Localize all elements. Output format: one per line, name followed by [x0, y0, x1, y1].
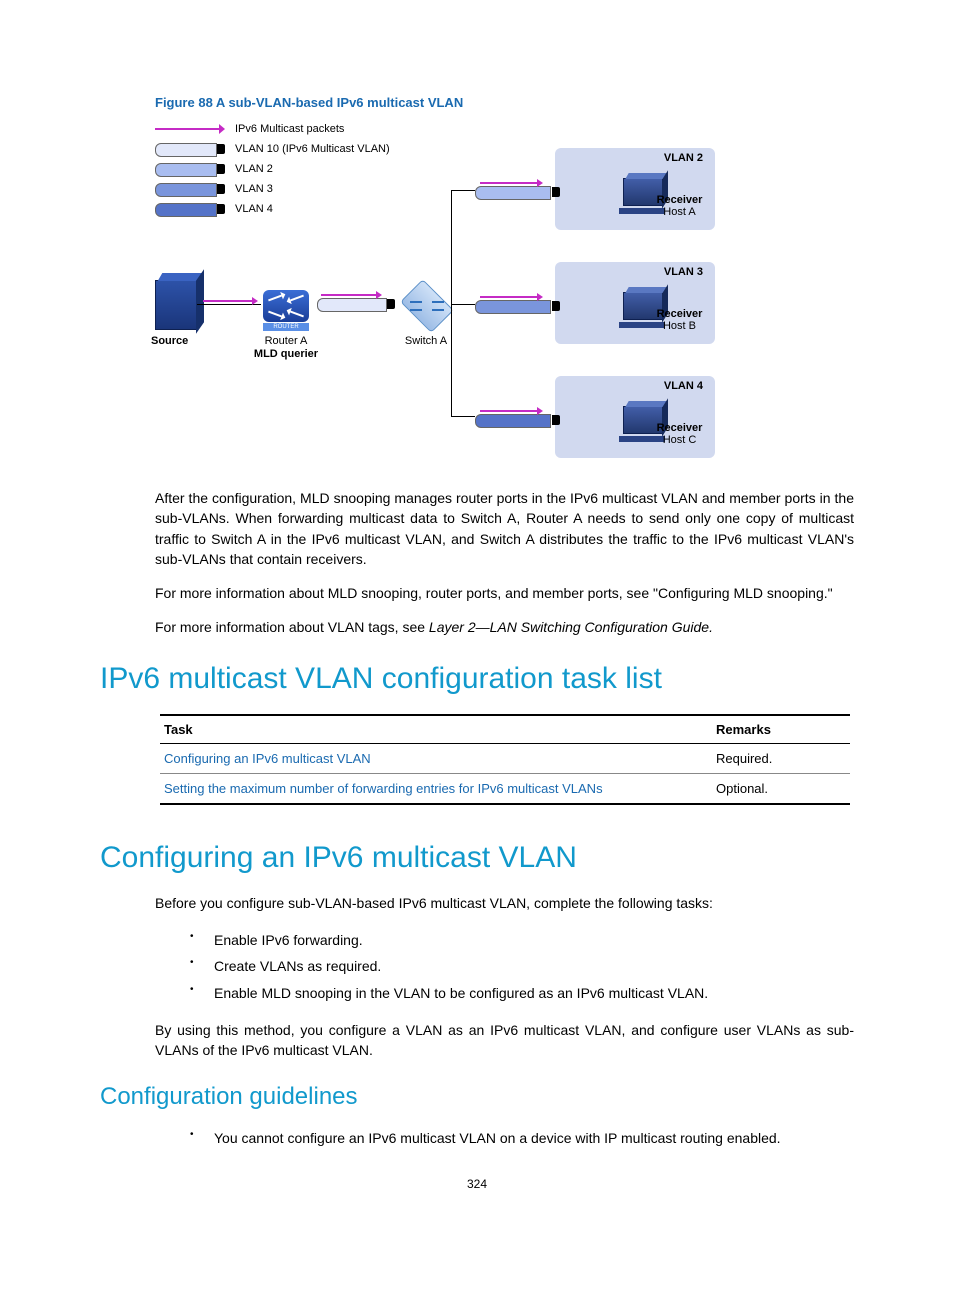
subsection-heading: Configuration guidelines — [100, 1083, 854, 1111]
remarks-cell: Optional. — [712, 773, 850, 804]
remarks-cell: Required. — [712, 743, 850, 773]
arrow-icon — [480, 410, 538, 412]
source-label: Source — [151, 335, 188, 347]
section-heading: Configuring an IPv6 multicast VLAN — [100, 841, 854, 875]
port-icon — [155, 143, 225, 156]
host-label: Host B — [663, 320, 696, 332]
page-number: 324 — [100, 1177, 854, 1191]
receiver-label: Receiver — [657, 308, 703, 320]
paragraph: For more information about MLD snooping,… — [100, 583, 854, 603]
list-item: You cannot configure an IPv6 multicast V… — [190, 1125, 854, 1151]
switch-icon — [400, 279, 454, 333]
host-label: Host A — [663, 206, 695, 218]
port-icon — [317, 298, 395, 311]
table-header: Task — [160, 715, 712, 744]
vlan-group: VLAN 3 ReceiverHost B — [555, 262, 715, 344]
legend-arrow-icon — [155, 123, 225, 135]
switch-label: Switch A — [398, 335, 454, 347]
paragraph: By using this method, you configure a VL… — [100, 1020, 854, 1061]
router-icon — [263, 290, 309, 322]
bullet-list: You cannot configure an IPv6 multicast V… — [100, 1125, 854, 1151]
arrow-icon — [321, 294, 377, 296]
arrow-icon — [480, 182, 538, 184]
receiver-label: Receiver — [657, 422, 703, 434]
mld-querier-label: MLD querier — [250, 348, 322, 360]
bullet-list: Enable IPv6 forwarding. Create VLANs as … — [100, 927, 854, 1006]
legend-label: VLAN 3 — [235, 183, 273, 195]
vlan-title: VLAN 4 — [664, 380, 703, 392]
list-item: Create VLANs as required. — [190, 953, 854, 979]
vlan-group: VLAN 4 ReceiverHost C — [555, 376, 715, 458]
table-row: Configuring an IPv6 multicast VLAN Requi… — [160, 743, 850, 773]
arrow-icon — [203, 300, 253, 302]
list-item: Enable IPv6 forwarding. — [190, 927, 854, 953]
legend-label: VLAN 2 — [235, 163, 273, 175]
vlan-group: VLAN 2 ReceiverHost A — [555, 148, 715, 230]
table-header: Remarks — [712, 715, 850, 744]
task-link[interactable]: Setting the maximum number of forwarding… — [164, 781, 603, 796]
figure-caption: Figure 88 A sub-VLAN-based IPv6 multicas… — [100, 95, 854, 110]
vlan-title: VLAN 2 — [664, 152, 703, 164]
section-heading: IPv6 multicast VLAN configuration task l… — [100, 662, 854, 696]
server-icon — [155, 280, 197, 330]
receiver-label: Receiver — [657, 194, 703, 206]
paragraph: After the configuration, MLD snooping ma… — [100, 488, 854, 569]
legend-label: IPv6 Multicast packets — [235, 123, 344, 135]
task-table: Task Remarks Configuring an IPv6 multica… — [160, 714, 850, 805]
port-icon — [475, 186, 560, 199]
host-label: Host C — [663, 434, 697, 446]
legend-label: VLAN 4 — [235, 203, 273, 215]
legend-label: VLAN 10 (IPv6 Multicast VLAN) — [235, 143, 390, 155]
port-icon — [155, 203, 225, 216]
port-icon — [155, 163, 225, 176]
list-item: Enable MLD snooping in the VLAN to be co… — [190, 980, 854, 1006]
vlan-title: VLAN 3 — [664, 266, 703, 278]
diagram: IPv6 Multicast packets VLAN 10 (IPv6 Mul… — [100, 120, 854, 460]
arrow-icon — [480, 296, 538, 298]
table-row: Setting the maximum number of forwarding… — [160, 773, 850, 804]
router-label: Router A — [263, 335, 309, 347]
task-link[interactable]: Configuring an IPv6 multicast VLAN — [164, 751, 371, 766]
port-icon — [475, 414, 560, 427]
port-icon — [155, 183, 225, 196]
paragraph: For more information about VLAN tags, se… — [100, 617, 854, 637]
paragraph: Before you configure sub-VLAN-based IPv6… — [100, 893, 854, 913]
port-icon — [475, 300, 560, 313]
